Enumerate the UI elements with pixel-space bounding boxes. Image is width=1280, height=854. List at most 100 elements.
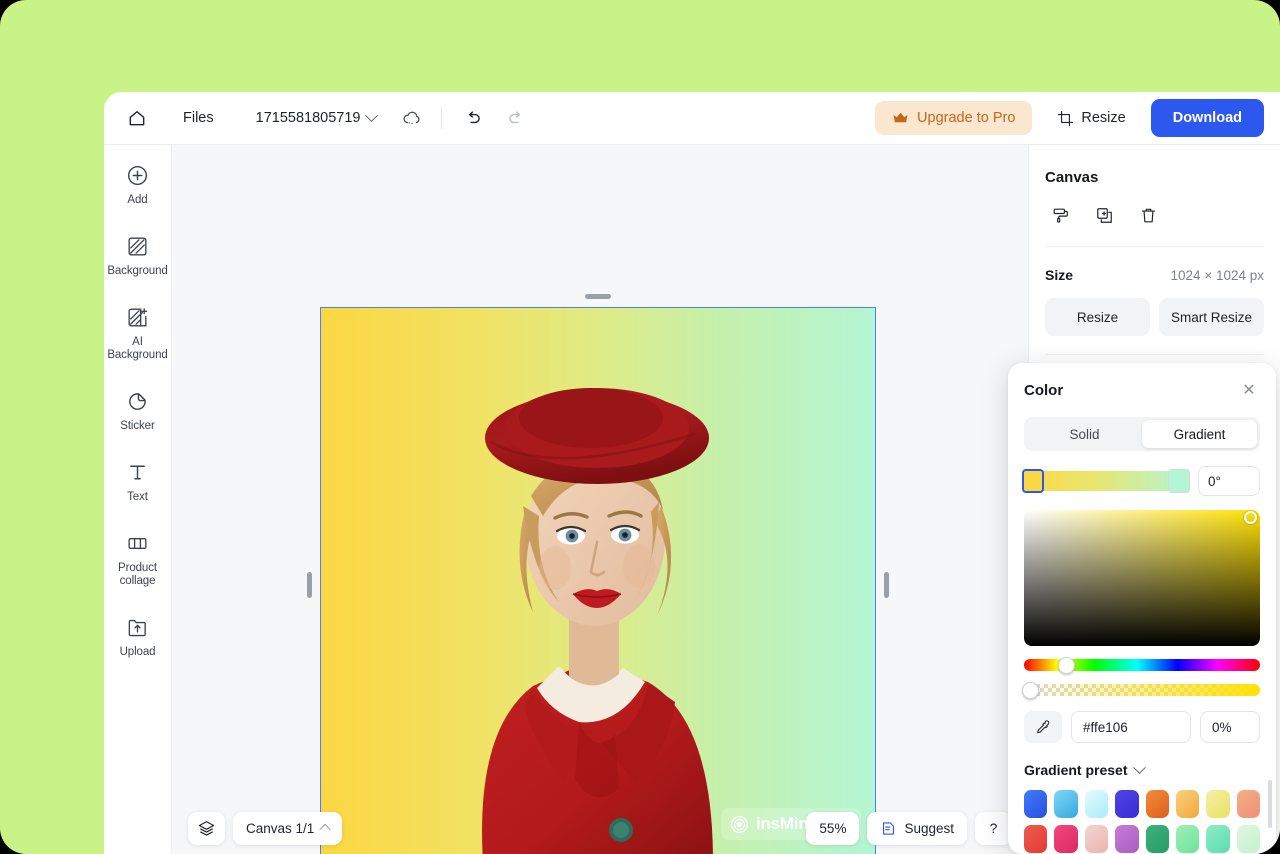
canvas-workspace[interactable]: insMind .com ✋: [172, 145, 1028, 854]
panel-resize-button[interactable]: Resize: [1045, 298, 1150, 336]
sidebar-item-label: Background: [107, 265, 168, 277]
preset-scrollbar[interactable]: [1268, 780, 1272, 828]
sv-picker-handle[interactable]: [1244, 511, 1257, 524]
color-popup-header: Color ✕: [1024, 379, 1260, 401]
gradient-preset-swatch[interactable]: [1115, 825, 1139, 853]
duplicate-button[interactable]: [1089, 200, 1119, 230]
hatch-square-icon: [126, 235, 149, 258]
gradient-preset-swatch[interactable]: [1145, 825, 1169, 853]
gradient-preset-swatch[interactable]: [1175, 790, 1200, 818]
color-mode-tabs: Solid Gradient: [1024, 417, 1260, 451]
suggest-note-icon: [880, 820, 897, 837]
bottom-right-controls: 55% Suggest ?: [806, 811, 1012, 845]
portrait-image[interactable]: [383, 310, 813, 854]
gradient-preset-swatch[interactable]: [1024, 825, 1048, 853]
resize-label: Resize: [1081, 110, 1126, 126]
gradient-preset-swatch[interactable]: [1236, 790, 1260, 818]
panel-divider: [1045, 354, 1264, 355]
tab-solid[interactable]: Solid: [1027, 420, 1142, 448]
suggest-button[interactable]: Suggest: [867, 811, 967, 845]
resize-handle-top[interactable]: [585, 294, 611, 299]
hue-slider-knob[interactable]: [1058, 656, 1075, 674]
gradient-preset-swatch[interactable]: [1054, 825, 1078, 853]
sidebar-item-label: Product collage: [118, 562, 157, 587]
alpha-slider[interactable]: [1022, 681, 1260, 699]
gradient-preset-swatch[interactable]: [1024, 790, 1048, 818]
gradient-preset-toggle[interactable]: Gradient preset: [1024, 760, 1260, 778]
cloud-sync-icon: [401, 109, 423, 127]
close-icon[interactable]: ✕: [1238, 379, 1260, 401]
resize-button[interactable]: Resize: [1046, 101, 1136, 136]
sidebar-item-ai-background[interactable]: AI Background: [107, 297, 169, 370]
gradient-preset-swatch[interactable]: [1206, 790, 1230, 818]
gradient-preset-swatch[interactable]: [1175, 825, 1200, 853]
toolbar-divider: [441, 107, 443, 129]
undo-icon: [464, 109, 483, 128]
hex-input[interactable]: #ffe106: [1071, 711, 1191, 743]
panel-smart-resize-button[interactable]: Smart Resize: [1159, 298, 1264, 336]
artboard-selection[interactable]: insMind .com: [307, 294, 889, 854]
gradient-preset-swatch[interactable]: [1054, 790, 1078, 818]
text-t-icon: [126, 461, 149, 484]
sidebar-item-text[interactable]: Text: [107, 452, 169, 512]
gradient-preset-swatch[interactable]: [1084, 790, 1109, 818]
delete-button[interactable]: [1133, 200, 1163, 230]
document-name: 1715581805719: [255, 110, 361, 126]
artboard[interactable]: insMind .com: [320, 307, 876, 854]
top-toolbar-right: Upgrade to Pro Resize Download: [875, 99, 1264, 137]
sidebar-item-product-collage[interactable]: Product collage: [107, 523, 169, 596]
sidebar-item-upload[interactable]: Upload: [107, 607, 169, 667]
gradient-preset-swatch[interactable]: [1206, 825, 1230, 853]
gradient-preset-title: Gradient preset: [1024, 762, 1128, 778]
gradient-preset-swatch[interactable]: [1084, 825, 1109, 853]
saturation-value-picker[interactable]: [1024, 510, 1260, 646]
home-button[interactable]: [120, 101, 154, 135]
left-sidebar: Add Background AI Background Sticker Tex…: [104, 145, 172, 854]
paint-roller-button[interactable]: [1045, 200, 1075, 230]
plus-circle-icon: [126, 164, 149, 187]
hue-slider[interactable]: [1024, 656, 1260, 674]
download-button[interactable]: Download: [1150, 99, 1264, 137]
color-value-row: #ffe106 0%: [1024, 711, 1260, 743]
tab-gradient[interactable]: Gradient: [1142, 420, 1257, 448]
app-window: Files 1715581805719 Upgrade to Pro Resiz…: [104, 92, 1280, 854]
color-picker-popup: Color ✕ Solid Gradient 0° #ffe106 0% Gra…: [1008, 363, 1276, 854]
home-icon: [127, 108, 147, 128]
gradient-stop-end[interactable]: [1168, 469, 1190, 493]
resize-handle-left[interactable]: [307, 572, 312, 598]
layers-button[interactable]: [188, 811, 225, 845]
top-toolbar: Files 1715581805719 Upgrade to Pro Resiz…: [104, 92, 1280, 145]
help-button[interactable]: ?: [975, 811, 1012, 845]
page-selector[interactable]: Canvas 1/1: [233, 811, 343, 845]
undo-button[interactable]: [456, 101, 490, 135]
chevron-up-icon: [319, 823, 331, 836]
gradient-angle-input[interactable]: 0°: [1198, 466, 1260, 496]
sidebar-item-label: Sticker: [120, 420, 155, 432]
gradient-preset-swatch[interactable]: [1145, 790, 1169, 818]
eyedropper-button[interactable]: [1024, 711, 1062, 743]
gradient-controls: 0°: [1022, 466, 1260, 496]
collage-icon: [126, 532, 149, 555]
alpha-input[interactable]: 0%: [1200, 711, 1260, 743]
cloud-sync-button[interactable]: [401, 109, 423, 127]
gradient-preset-swatch[interactable]: [1236, 825, 1260, 853]
document-name-dropdown[interactable]: 1715581805719: [249, 105, 384, 131]
resize-handle-right[interactable]: [884, 572, 889, 598]
alpha-slider-knob[interactable]: [1022, 681, 1039, 699]
files-menu[interactable]: Files: [174, 104, 223, 132]
gradient-stop-start[interactable]: [1022, 469, 1044, 493]
sidebar-item-label: Add: [127, 194, 148, 206]
sidebar-item-sticker[interactable]: Sticker: [107, 381, 169, 441]
sidebar-item-background[interactable]: Background: [107, 226, 169, 286]
upload-folder-icon: [126, 616, 149, 639]
gradient-bar[interactable]: [1022, 469, 1190, 493]
canvas-size-row: Size 1024 × 1024 px: [1045, 247, 1264, 283]
sidebar-item-add[interactable]: Add: [107, 155, 169, 215]
upgrade-to-pro-button[interactable]: Upgrade to Pro: [875, 101, 1033, 135]
sticker-icon: [126, 390, 149, 413]
redo-button[interactable]: [498, 101, 532, 135]
zoom-level[interactable]: 55%: [806, 811, 860, 845]
size-label: Size: [1045, 267, 1074, 283]
eyedropper-icon: [1035, 719, 1051, 735]
gradient-preset-swatch[interactable]: [1115, 790, 1139, 818]
